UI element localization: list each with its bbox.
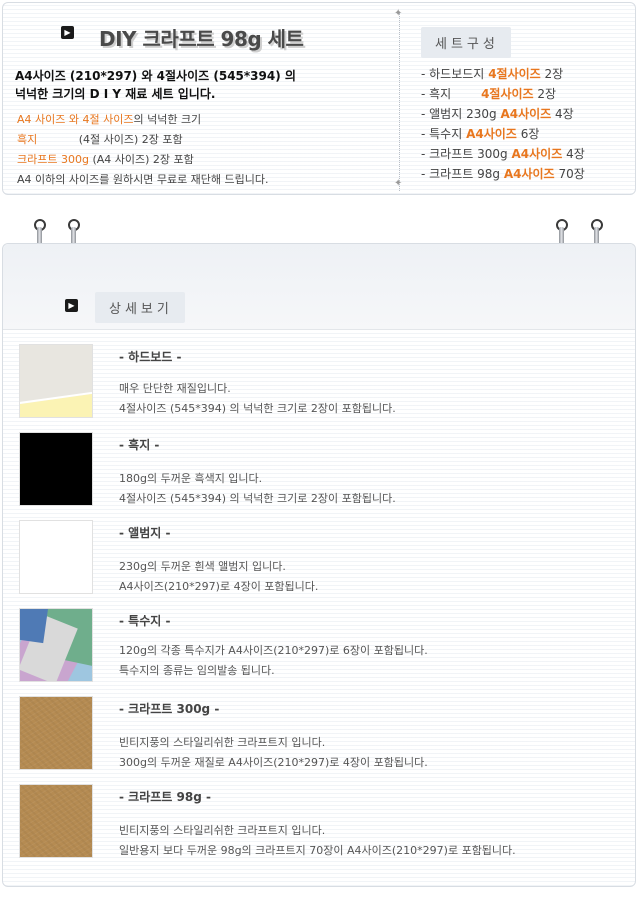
- page-title: DIY 크라프트 98g 세트: [99, 27, 304, 51]
- item-desc: 일반용지 보다 두꺼운 98g의 크라프트지 70장이 A4사이즈(210*29…: [119, 844, 516, 857]
- set-item: - 하드보드지 4절사이즈 2장: [421, 67, 564, 81]
- detail-view-panel: ▶ 상세보기 - 하드보드 - 매우 단단한 재질입니다. 4절사이즈 (545…: [2, 243, 636, 887]
- item-desc: 4절사이즈 (545*394) 의 넉넉한 크기로 2장이 포함됩니다.: [119, 402, 396, 415]
- item-desc: 빈티지풍의 스타일리쉬한 크라프트지 입니다.: [119, 824, 326, 837]
- divider-star-icon: ✦: [394, 178, 403, 189]
- kraft-paper-thumbnail: [19, 784, 93, 858]
- item-desc: 특수지의 종류는 임의발송 됩니다.: [119, 664, 275, 677]
- set-item: - 특수지 A4사이즈 6장: [421, 127, 540, 141]
- item-title: - 흑지 -: [119, 438, 160, 452]
- item-desc: 180g의 두꺼운 흑색지 입니다.: [119, 472, 263, 485]
- item-title: - 하드보드 -: [119, 350, 182, 364]
- item-desc: 230g의 두꺼운 흰색 앨범지 입니다.: [119, 560, 286, 573]
- set-composition-label: 세트구성: [421, 27, 511, 58]
- product-item: - 흑지 - 180g의 두꺼운 흑색지 입니다. 4절사이즈 (545*394…: [19, 432, 619, 510]
- set-item: - 크라프트 300g A4사이즈 4장: [421, 147, 585, 161]
- item-title: - 특수지 -: [119, 614, 171, 628]
- detail-line: A4 사이즈 와 4절 사이즈의 넉넉한 크기: [17, 113, 202, 126]
- item-desc: 4절사이즈 (545*394) 의 넉넉한 크기로 2장이 포함됩니다.: [119, 492, 396, 505]
- special-paper-thumbnail: [19, 608, 93, 682]
- divider-star-icon: ✦: [394, 8, 403, 19]
- item-desc: 매우 단단한 재질입니다.: [119, 382, 231, 395]
- arrow-right-icon: ▶: [61, 26, 74, 39]
- product-item: - 크라프트 300g - 빈티지풍의 스타일리쉬한 크라프트지 입니다. 30…: [19, 696, 619, 774]
- vertical-divider: [399, 13, 400, 191]
- item-desc: A4사이즈(210*297)로 4장이 포함됩니다.: [119, 580, 319, 593]
- hardboard-thumbnail: [19, 344, 93, 418]
- item-desc: 빈티지풍의 스타일리쉬한 크라프트지 입니다.: [119, 736, 326, 749]
- item-desc: 120g의 각종 특수지가 A4사이즈(210*297)로 6장이 포함됩니다.: [119, 644, 428, 657]
- product-item: - 특수지 - 120g의 각종 특수지가 A4사이즈(210*297)로 6장…: [19, 608, 619, 686]
- item-desc: 300g의 두꺼운 재질로 A4사이즈(210*297)로 4장이 포함됩니다.: [119, 756, 428, 769]
- set-item: - 크라프트 98g A4사이즈 70장: [421, 167, 585, 181]
- product-item: - 하드보드 - 매우 단단한 재질입니다. 4절사이즈 (545*394) 의…: [19, 344, 619, 422]
- detail-line: 크라프트 300g (A4 사이즈) 2장 포함: [17, 153, 194, 166]
- black-paper-thumbnail: [19, 432, 93, 506]
- set-item: - 앨범지 230g A4사이즈 4장: [421, 107, 574, 121]
- set-overview-panel: ▶ DIY 크라프트 98g 세트 A4사이즈 (210*297) 와 4절사이…: [2, 2, 636, 195]
- detail-view-label: 상세보기: [95, 292, 185, 323]
- set-item: - 흑지 4절사이즈 2장: [421, 87, 557, 101]
- album-paper-thumbnail: [19, 520, 93, 594]
- intro-line-2: 넉넉한 크기의 D I Y 재료 세트 입니다.: [15, 87, 216, 101]
- item-title: - 앨범지 -: [119, 526, 171, 540]
- item-title: - 크라프트 300g -: [119, 702, 220, 716]
- arrow-right-icon: ▶: [65, 299, 78, 312]
- product-item: - 크라프트 98g - 빈티지풍의 스타일리쉬한 크라프트지 입니다. 일반용…: [19, 784, 619, 862]
- kraft-paper-thumbnail: [19, 696, 93, 770]
- product-item: - 앨범지 - 230g의 두꺼운 흰색 앨범지 입니다. A4사이즈(210*…: [19, 520, 619, 598]
- detail-line: 흑지 (4절 사이즈) 2장 포함: [17, 133, 183, 146]
- detail-line: A4 이하의 사이즈를 원하시면 무료로 재단해 드립니다.: [17, 173, 269, 186]
- intro-line-1: A4사이즈 (210*297) 와 4절사이즈 (545*394) 의: [15, 69, 296, 83]
- item-title: - 크라프트 98g -: [119, 790, 211, 804]
